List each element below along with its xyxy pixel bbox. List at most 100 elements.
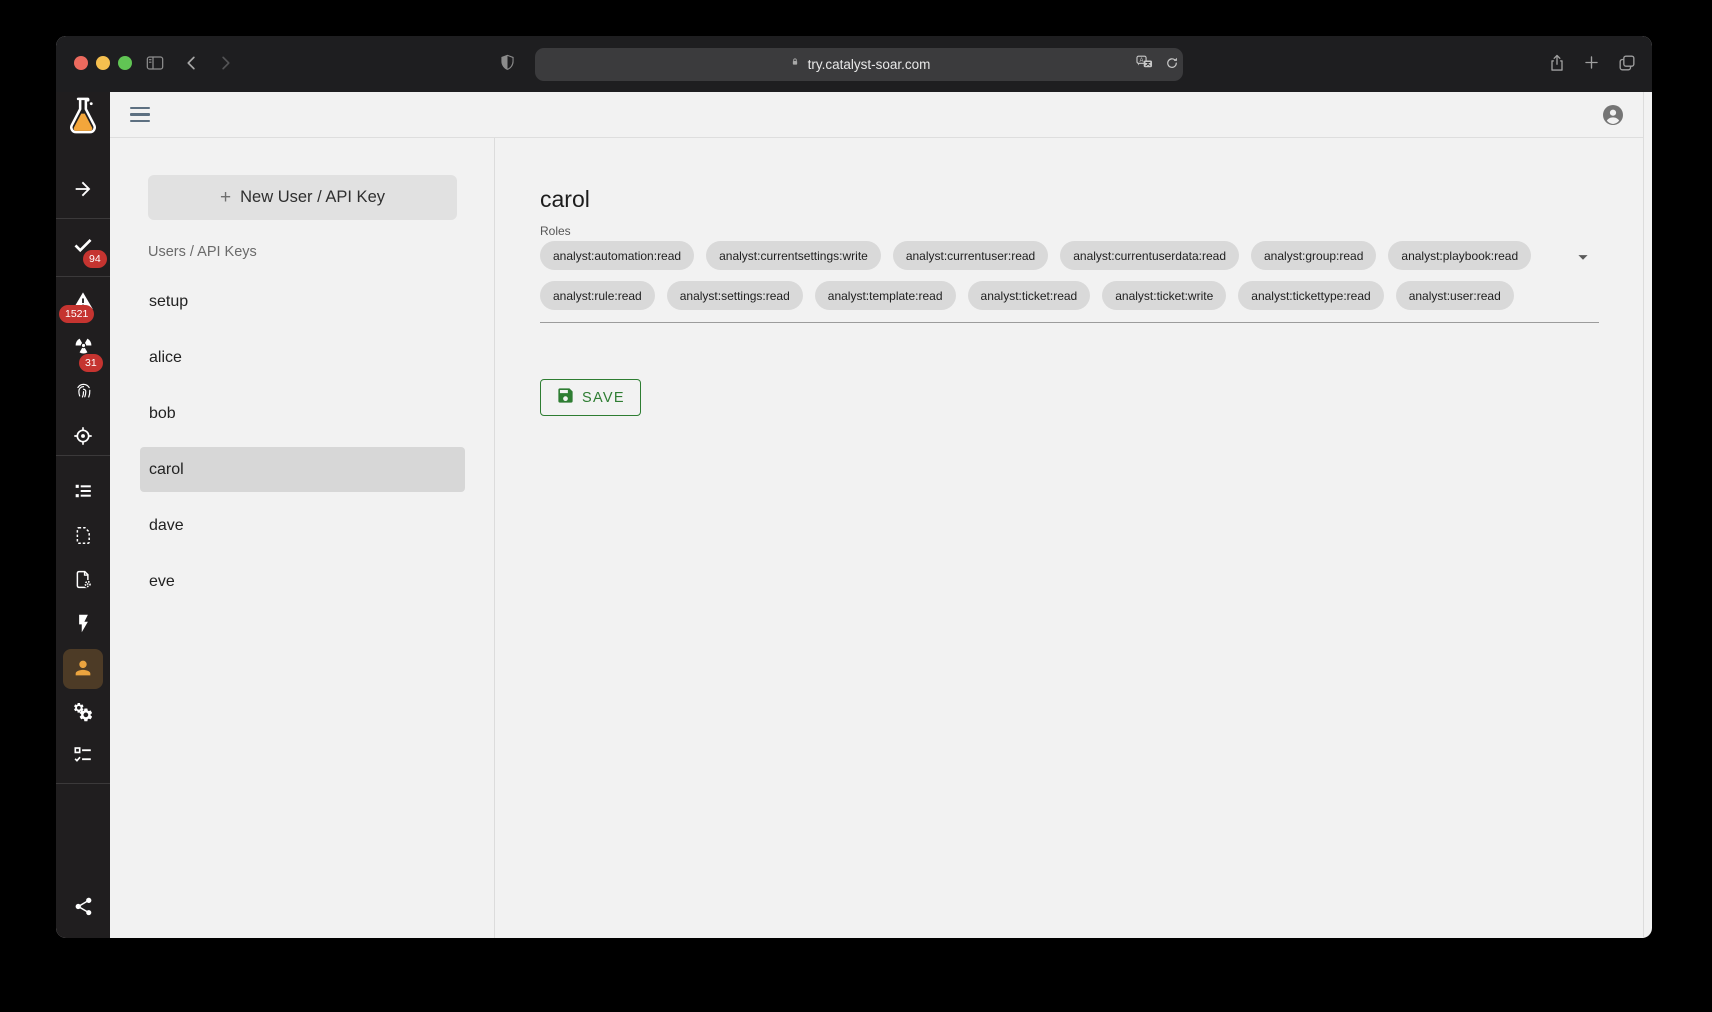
list-icon <box>72 480 94 505</box>
fingerprint-icon <box>73 380 94 404</box>
crosshair-icon <box>72 425 94 450</box>
user-list-item-alice[interactable]: alice <box>140 335 465 380</box>
save-button-label: SAVE <box>582 390 625 406</box>
page-title: carol <box>540 186 590 213</box>
menu-toggle-button[interactable] <box>130 107 150 122</box>
share-button[interactable] <box>1546 53 1568 75</box>
user-name: bob <box>149 405 176 423</box>
forward-button[interactable] <box>214 53 236 75</box>
nav-item-jobs[interactable] <box>56 736 110 776</box>
privacy-shield-button[interactable] <box>496 53 518 75</box>
app-topbar <box>110 92 1643 138</box>
plus-icon: + <box>220 187 231 209</box>
user-list-item-carol-selected[interactable]: carol <box>140 447 465 492</box>
translate-button[interactable]: A <box>1133 53 1155 75</box>
role-chip[interactable]: analyst:ticket:write <box>1102 281 1226 310</box>
shield-icon <box>498 53 517 75</box>
content-right-edge <box>1643 92 1644 938</box>
gears-icon <box>72 701 94 726</box>
app-sidebar: 94 1521 31 <box>56 92 110 938</box>
user-list-item-eve[interactable]: eve <box>140 559 465 604</box>
app-logo[interactable] <box>56 93 110 141</box>
user-name: setup <box>149 293 188 311</box>
file-dashed-icon <box>73 525 94 549</box>
user-list-item-bob[interactable]: bob <box>140 391 465 436</box>
role-chip[interactable]: analyst:template:read <box>815 281 956 310</box>
user-detail-panel: carol Roles analyst:automation:read anal… <box>496 138 1643 938</box>
screenshot-background: try.catalyst-soar.com A <box>0 0 1712 1012</box>
chevron-left-icon <box>183 54 201 75</box>
role-chip[interactable]: analyst:currentuserdata:read <box>1060 241 1239 270</box>
role-chip[interactable]: analyst:playbook:read <box>1388 241 1531 270</box>
checklist-icon <box>72 744 94 769</box>
nav-item-identity[interactable] <box>56 372 110 412</box>
role-chip[interactable]: analyst:rule:read <box>540 281 655 310</box>
hamburger-icon <box>130 107 150 109</box>
user-list-item-dave[interactable]: dave <box>140 503 465 548</box>
nav-item-settings[interactable] <box>56 693 110 733</box>
new-tab-button[interactable] <box>1580 53 1602 75</box>
nav-item-users[interactable] <box>56 649 110 689</box>
account-menu-button[interactable] <box>1601 103 1625 127</box>
save-button[interactable]: SAVE <box>540 379 641 416</box>
nav-item-playbooks[interactable] <box>56 472 110 512</box>
nav-item-forward[interactable] <box>56 170 110 210</box>
chevron-right-icon <box>216 54 234 75</box>
reload-button[interactable] <box>1161 53 1183 75</box>
account-avatar-icon <box>1601 115 1625 130</box>
nav-item-alerts[interactable]: 1521 <box>56 282 110 322</box>
rail-divider <box>56 783 110 784</box>
save-floppy-icon <box>556 386 575 409</box>
user-name: carol <box>149 461 184 479</box>
nav-item-hunting[interactable] <box>56 417 110 457</box>
plus-icon <box>1582 53 1601 75</box>
file-gear-icon <box>73 569 94 593</box>
address-bar[interactable]: try.catalyst-soar.com A <box>535 48 1183 81</box>
minimize-window-button[interactable] <box>96 56 110 70</box>
role-chip[interactable]: analyst:user:read <box>1396 281 1514 310</box>
share-export-icon <box>1547 53 1567 76</box>
new-user-api-key-button[interactable]: + New User / API Key <box>148 175 457 220</box>
user-name: dave <box>149 517 184 535</box>
lock-icon <box>788 55 802 74</box>
url-text: try.catalyst-soar.com <box>808 57 931 72</box>
rail-divider <box>56 455 110 456</box>
role-chip[interactable]: analyst:settings:read <box>667 281 803 310</box>
person-icon <box>72 657 94 682</box>
lightning-icon <box>73 613 94 637</box>
role-chip[interactable]: analyst:group:read <box>1251 241 1376 270</box>
users-panel: + New User / API Key Users / API Keys se… <box>110 138 495 938</box>
role-chip[interactable]: analyst:currentuser:read <box>893 241 1048 270</box>
back-button[interactable] <box>181 53 203 75</box>
role-chip[interactable]: analyst:ticket:read <box>968 281 1091 310</box>
nav-item-ticket-types[interactable] <box>56 561 110 601</box>
user-list-item-setup[interactable]: setup <box>140 279 465 324</box>
users-section-label: Users / API Keys <box>148 244 257 260</box>
tabs-icon <box>1617 53 1637 76</box>
tab-overview-button[interactable] <box>1616 53 1638 75</box>
nav-item-automations[interactable] <box>56 605 110 645</box>
sidebar-toggle-button[interactable] <box>144 53 166 75</box>
zoom-window-button[interactable] <box>118 56 132 70</box>
nav-item-templates[interactable] <box>56 517 110 557</box>
roles-dropdown-button[interactable] <box>1571 246 1595 270</box>
role-chip[interactable]: analyst:automation:read <box>540 241 694 270</box>
arrow-right-icon <box>72 178 94 203</box>
user-name: eve <box>149 573 175 591</box>
svg-text:A: A <box>1139 58 1143 64</box>
rail-divider <box>56 276 110 277</box>
nav-item-share[interactable] <box>56 888 110 928</box>
nav-item-tasks[interactable]: 94 <box>56 226 110 266</box>
role-chip[interactable]: analyst:tickettype:read <box>1238 281 1383 310</box>
share-nodes-icon <box>73 896 94 920</box>
roles-select-field[interactable]: analyst:automation:read analyst:currents… <box>540 238 1599 323</box>
tasks-badge: 94 <box>83 250 107 268</box>
user-name: alice <box>149 349 182 367</box>
role-chips: analyst:automation:read analyst:currents… <box>540 241 1549 310</box>
new-user-button-label: New User / API Key <box>240 188 385 207</box>
nav-item-exposure[interactable]: 31 <box>56 327 110 367</box>
sidebar-toggle-icon <box>145 53 165 76</box>
translate-icon: A <box>1135 54 1154 74</box>
close-window-button[interactable] <box>74 56 88 70</box>
role-chip[interactable]: analyst:currentsettings:write <box>706 241 881 270</box>
